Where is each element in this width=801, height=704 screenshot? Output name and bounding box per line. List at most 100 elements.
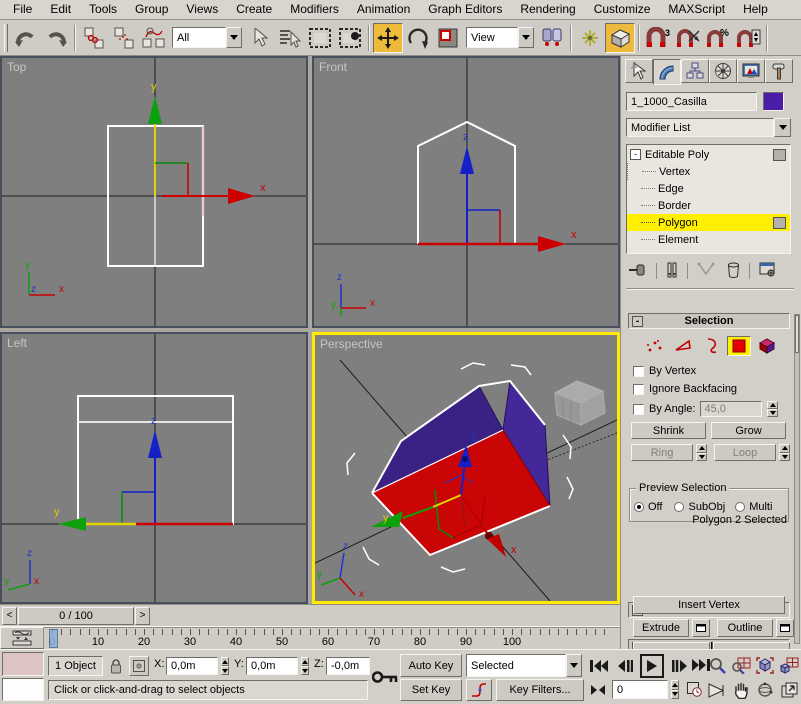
zoom-button[interactable] (706, 654, 728, 676)
spinner-snap-button[interactable] (733, 23, 763, 53)
current-frame-field[interactable]: 0 (612, 680, 668, 699)
tab-motion[interactable] (709, 59, 737, 83)
selection-filter-dropdown[interactable]: All (172, 27, 242, 48)
track-ruler[interactable]: 0102030405060708090100 (44, 627, 620, 649)
go-to-start-button[interactable] (588, 656, 610, 676)
menu-create[interactable]: Create (227, 0, 281, 19)
stack-collapse-toggle[interactable]: - (630, 149, 641, 160)
select-object-button[interactable] (245, 23, 275, 53)
menu-rendering[interactable]: Rendering (511, 0, 584, 19)
command-panel-scrollbar[interactable] (794, 314, 800, 644)
extrude-settings-button[interactable] (692, 619, 710, 637)
key-mode-dropdown[interactable]: Selected (466, 654, 582, 677)
house-object[interactable] (370, 379, 551, 557)
left-move-gizmo[interactable]: z y (54, 415, 233, 531)
object-color-swatch[interactable] (763, 92, 784, 111)
time-slider-next[interactable]: > (135, 606, 150, 625)
insert-vertex-button[interactable]: Insert Vertex (633, 596, 785, 614)
tab-display[interactable] (737, 59, 765, 83)
key-mode-toggle-button[interactable] (588, 681, 608, 699)
preview-off-radio[interactable] (634, 502, 644, 512)
toolbar-drag-handle[interactable] (4, 23, 8, 52)
tab-hierarchy[interactable] (681, 59, 709, 83)
stack-row-vertex[interactable]: Vertex (627, 163, 790, 180)
subobject-vertex-button[interactable] (643, 336, 667, 356)
menu-edit[interactable]: Edit (41, 0, 80, 19)
play-animation-button[interactable] (640, 654, 664, 678)
ring-button[interactable]: Ring (631, 444, 693, 461)
by-angle-value-field[interactable]: 45,0 (700, 401, 763, 417)
current-frame-spinner[interactable] (669, 680, 680, 699)
configure-modifier-sets-button[interactable] (756, 261, 780, 281)
x-coord-field[interactable]: 0,0m (166, 657, 218, 675)
absolute-offset-toggle[interactable] (129, 656, 149, 676)
by-angle-row[interactable]: By Angle: 45,0 (633, 401, 779, 417)
use-pivot-center-button[interactable] (537, 23, 567, 53)
subobject-polygon-button[interactable] (727, 336, 751, 356)
time-slider-track[interactable]: < 0 / 100 > (0, 604, 620, 626)
selection-filter-arrow[interactable] (226, 27, 242, 48)
stack-row-editable-poly[interactable]: - Editable Poly (627, 146, 790, 163)
by-vertex-checkbox-row[interactable]: By Vertex (633, 365, 696, 377)
zoom-extents-all-button[interactable] (778, 654, 800, 676)
grow-button[interactable]: Grow (711, 422, 786, 439)
select-and-move-button[interactable] (373, 22, 403, 53)
menu-modifiers[interactable]: Modifiers (281, 0, 348, 19)
stack-row-border[interactable]: Border (627, 197, 790, 214)
viewport-top[interactable]: Top y x y z x (0, 56, 308, 328)
loop-spinner[interactable] (779, 444, 790, 461)
macro-recorder-pane[interactable] (2, 652, 44, 676)
subobject-edge-button[interactable] (671, 336, 695, 356)
zoom-extents-button[interactable] (754, 654, 776, 676)
selection-rollout-header[interactable]: - Selection (628, 313, 790, 329)
by-angle-checkbox[interactable] (633, 403, 644, 415)
viewport-left-canvas[interactable]: z y z y x (2, 334, 306, 602)
shrink-button[interactable]: Shrink (631, 422, 706, 439)
pan-button[interactable] (730, 679, 752, 701)
tab-modify[interactable] (653, 59, 681, 85)
time-configuration-button[interactable] (684, 680, 704, 699)
stack-polygon-onoff-toggle[interactable] (773, 216, 786, 229)
loop-button[interactable]: Loop (714, 444, 776, 461)
set-key-mode-button[interactable]: Set Key (400, 679, 462, 701)
reference-coord-dropdown[interactable]: View (466, 27, 534, 48)
subobject-border-button[interactable] (699, 336, 723, 356)
preview-multi-radio[interactable] (735, 502, 746, 512)
field-of-view-button[interactable] (706, 679, 728, 701)
selection-rollout-collapse[interactable]: - (632, 316, 643, 327)
extrude-button[interactable]: Extrude (633, 619, 689, 637)
viewport-perspective-canvas[interactable]: z y x z y x (315, 335, 617, 601)
ignore-backfacing-checkbox-row[interactable]: Ignore Backfacing (633, 383, 737, 395)
undo-button[interactable] (11, 23, 41, 53)
rectangular-selection-region-button[interactable] (305, 23, 335, 53)
show-end-result-button[interactable] (663, 261, 681, 282)
stack-row-edge[interactable]: Edge (627, 180, 790, 197)
coord-system-arrow[interactable] (518, 27, 534, 48)
bind-to-space-warp-button[interactable] (139, 23, 169, 53)
key-filters-button[interactable]: Key Filters... (496, 679, 584, 701)
z-coord-field[interactable]: -0,0m (326, 657, 370, 675)
subobject-element-button[interactable] (755, 336, 779, 356)
window-crossing-toggle-button[interactable] (335, 23, 365, 53)
select-and-manipulate-button[interactable] (575, 23, 605, 53)
arc-rotate-button[interactable] (754, 679, 776, 701)
select-and-link-button[interactable] (79, 23, 109, 53)
angle-snap-button[interactable] (673, 23, 703, 53)
by-angle-spinner[interactable] (767, 401, 779, 417)
make-unique-button[interactable] (694, 261, 718, 281)
maxscript-mini-listener[interactable] (2, 678, 44, 701)
ring-spinner[interactable] (696, 444, 707, 461)
menu-file[interactable]: File (4, 0, 41, 19)
tab-create[interactable] (625, 59, 653, 83)
time-slider-button[interactable]: 0 / 100 (18, 606, 134, 625)
percent-snap-button[interactable]: % (703, 23, 733, 53)
x-coord-spinner[interactable] (219, 657, 230, 675)
outline-button[interactable]: Outline (717, 619, 773, 637)
default-tangent-button[interactable] (466, 679, 492, 701)
previous-frame-button[interactable] (614, 656, 636, 676)
select-and-rotate-button[interactable] (403, 23, 433, 53)
redo-button[interactable] (41, 23, 71, 53)
menu-views[interactable]: Views (177, 0, 227, 19)
zoom-all-button[interactable] (730, 654, 752, 676)
cutoff-button-right[interactable] (713, 642, 790, 649)
